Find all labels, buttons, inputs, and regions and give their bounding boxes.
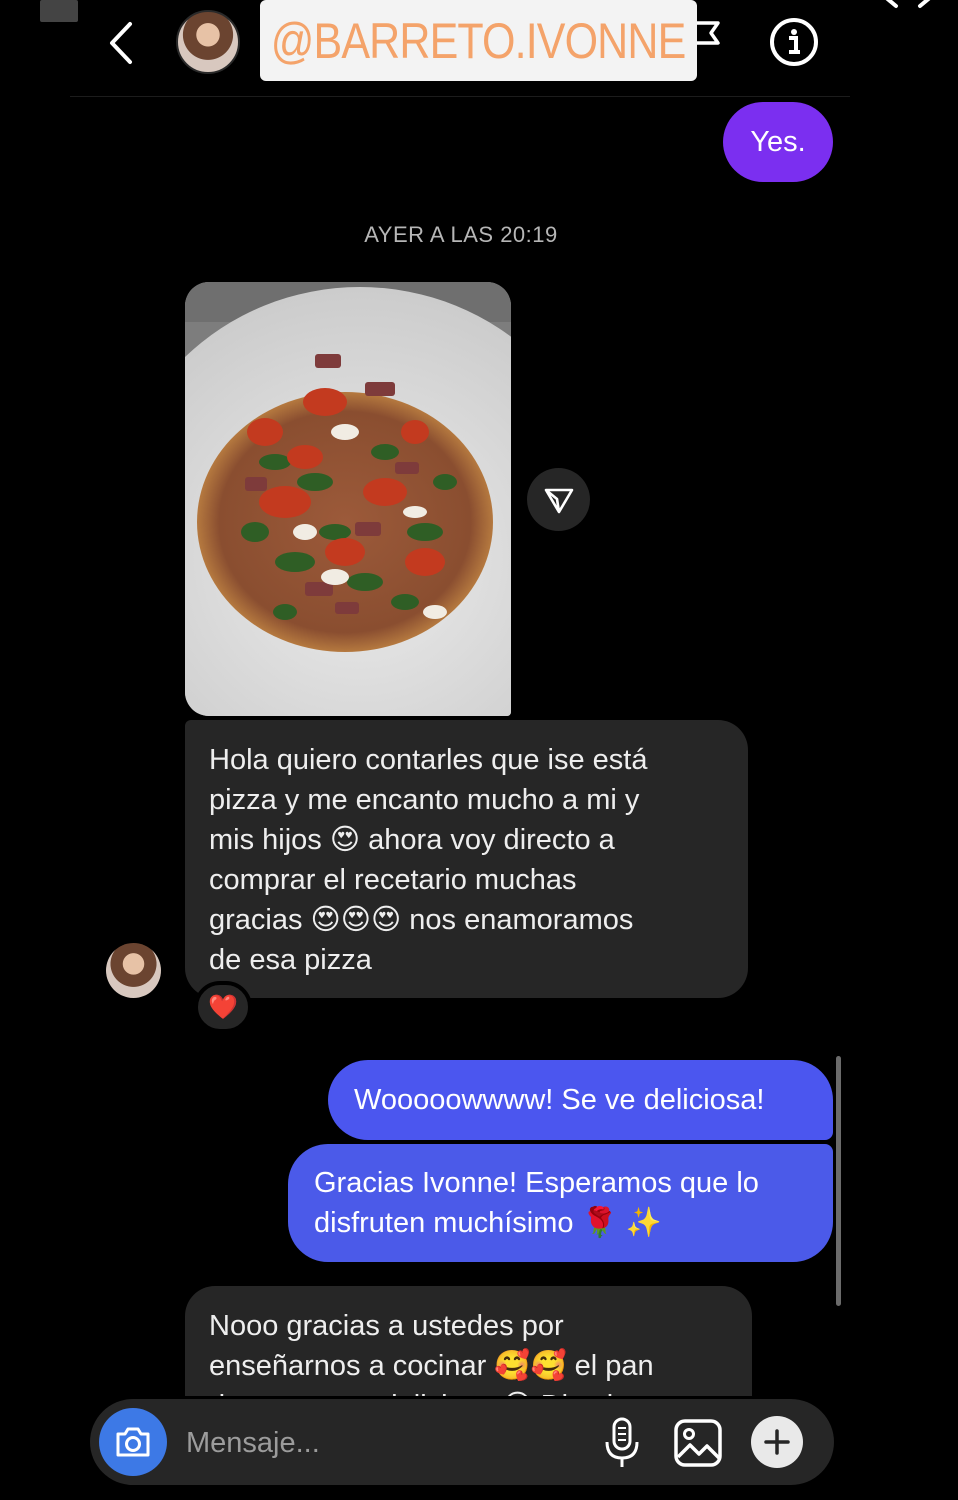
share-button[interactable] [527,468,590,531]
gallery-icon[interactable] [672,1417,724,1469]
outgoing-message-bubble[interactable]: Gracias Ivonne! Esperamos que lo disfrut… [288,1144,833,1262]
send-icon [544,488,573,513]
message-line: gracias 😍😍😍 nos enamoramos [209,904,634,936]
message-line: Nooo gracias a ustedes por [209,1310,564,1342]
close-icon[interactable] [880,0,936,12]
heart-reaction[interactable]: ❤️ [194,981,252,1033]
scrollbar[interactable] [836,1056,841,1306]
microphone-icon[interactable] [602,1416,642,1470]
pizza-photo-message[interactable] [185,282,511,716]
flag-icon[interactable] [694,20,722,50]
story-thumbnail [40,0,78,22]
camera-button[interactable] [99,1408,167,1476]
username-label: @BARRETO.IVONNE [271,12,687,69]
heart-icon: ❤️ [208,993,238,1021]
camera-icon [116,1427,150,1457]
sender-avatar[interactable] [106,943,161,998]
message-line: enseñarnos a cocinar 🥰🥰 el pan [209,1350,654,1382]
info-icon[interactable] [768,16,820,68]
pizza-image [185,282,511,716]
message-timestamp: AYER A LAS 20:19 [364,222,558,247]
message-line: pizza y me encanto mucho a mi y [209,784,640,816]
back-icon[interactable] [104,20,140,66]
message-line: Gracias Ivonne! Esperamos que lo [314,1167,759,1199]
outgoing-message-bubble[interactable]: Yes. [723,102,833,182]
message-line: mis hijos 😍 ahora voy directo a [209,824,615,856]
message-input[interactable] [186,1420,566,1466]
plus-icon [764,1429,790,1455]
username-sticker: @BARRETO.IVONNE [260,0,697,81]
message-line: comprar el recetario muchas [209,864,577,896]
message-line: de esa pizza [209,944,372,976]
message-line: Hola quiero contarles que ise está [209,744,648,776]
outgoing-message-bubble[interactable]: Wooooowwww! Se ve deliciosa! [328,1060,833,1140]
header-divider [70,96,850,97]
add-button[interactable] [751,1416,803,1468]
incoming-message-bubble[interactable]: Hola quiero contarles que ise está pizza… [185,720,748,998]
message-text: Yes. [750,126,806,158]
message-line: disfruten muchísimo 🌹 ✨ [314,1207,662,1239]
avatar[interactable] [176,10,240,74]
message-text: Wooooowwww! Se ve deliciosa! [354,1084,765,1116]
